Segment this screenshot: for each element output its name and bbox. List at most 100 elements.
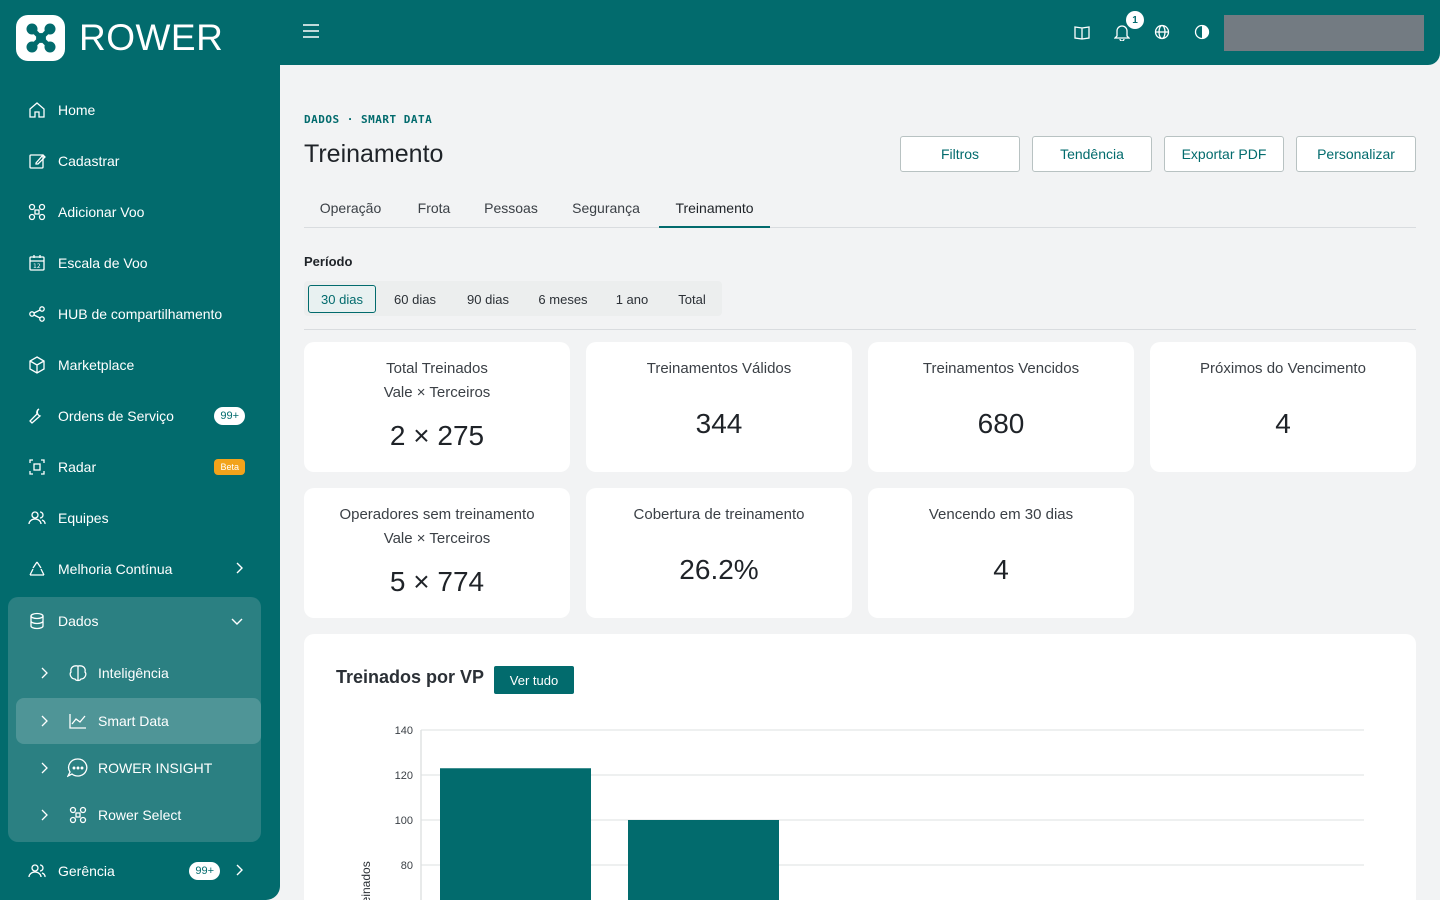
tab-bar: Operação Frota Pessoas Segurança Treinam… (304, 190, 1416, 228)
book-icon[interactable] (1074, 23, 1090, 46)
chat-icon (67, 758, 89, 778)
chevron-right-icon (36, 762, 52, 774)
beta-badge: Beta (214, 458, 245, 475)
kpi-label: Treinamentos Válidos (646, 360, 792, 377)
sidebar-item-ordens-de-servico[interactable]: Ordens de Serviço 99+ (0, 390, 280, 441)
kpi-card-treinamentos-validos: Treinamentos Válidos 344 (586, 342, 852, 472)
tab-frota[interactable]: Frota (404, 190, 464, 228)
tab-pessoas[interactable]: Pessoas (476, 190, 546, 228)
logo[interactable]: ROWER (16, 15, 223, 61)
chevron-right-icon (234, 561, 244, 577)
bar-chart: 80 100 120 140 res Treinados (359, 725, 1364, 900)
drone-icon (27, 202, 47, 222)
sidebar-subitem-label: Inteligência (98, 665, 169, 681)
kpi-label: Operadores sem treinamento (339, 506, 535, 523)
period-90-dias[interactable]: 90 dias (456, 285, 520, 313)
sidebar-item-label: Home (58, 101, 96, 118)
svg-text:12: 12 (33, 263, 41, 270)
tab-operacao[interactable]: Operação (304, 190, 397, 228)
home-icon (27, 100, 47, 120)
tendencia-button[interactable]: Tendência (1032, 136, 1152, 172)
sidebar-item-hub[interactable]: HUB de compartilhamento (0, 288, 280, 339)
sidebar-item-radar[interactable]: Radar Beta (0, 441, 280, 492)
brain-icon (67, 664, 89, 682)
kpi-value: 2 × 275 (389, 420, 485, 451)
sidebar-subitem-rower-select[interactable]: Rower Select (16, 792, 261, 838)
edit-icon (27, 151, 47, 171)
period-30-dias[interactable]: 30 dias (308, 285, 376, 313)
sidebar: ROWER Home Cadastrar Adicionar Voo 12 Es… (0, 0, 280, 900)
divider (304, 329, 1416, 330)
period-1-ano[interactable]: 1 ano (607, 285, 657, 313)
exportar-pdf-button[interactable]: Exportar PDF (1164, 136, 1284, 172)
sidebar-item-home[interactable]: Home (0, 84, 280, 135)
sidebar-item-label: Marketplace (58, 356, 135, 373)
period-total[interactable]: Total (667, 285, 717, 313)
brand-name: ROWER (79, 17, 224, 58)
count-badge: 99+ (189, 861, 220, 880)
team-icon (27, 861, 47, 881)
kpi-value: 4 (1275, 408, 1291, 439)
contrast-icon[interactable] (1194, 23, 1210, 46)
chart-panel: Treinados por VP Ver tudo 80 100 120 140 res… (304, 634, 1416, 900)
sidebar-subitem-label: Smart Data (98, 713, 169, 729)
sidebar-item-label: Melhoria Contínua (58, 560, 173, 577)
sidebar-item-escala-de-voo[interactable]: 12 Escala de Voo (0, 237, 280, 288)
count-badge: 99+ (214, 406, 245, 425)
sidebar-subitem-rower-insight[interactable]: ROWER INSIGHT (16, 745, 261, 791)
y-axis-label: res Treinados (359, 861, 373, 900)
kpi-sublabel: Vale × Terceiros (383, 530, 491, 547)
sidebar-subitem-smart-data[interactable]: Smart Data (16, 698, 261, 744)
sidebar-item-gerencia[interactable]: Gerência 99+ (0, 845, 280, 896)
tab-treinamento[interactable]: Treinamento (659, 190, 770, 228)
sidebar-item-equipes[interactable]: Equipes (0, 492, 280, 543)
filtros-button[interactable]: Filtros (900, 136, 1020, 172)
sidebar-item-melhoria-continua[interactable]: Melhoria Contínua (0, 543, 280, 594)
drone-logo-icon (16, 15, 65, 61)
kpi-value: 344 (695, 408, 743, 439)
menu-icon[interactable] (302, 23, 320, 44)
personalizar-button[interactable]: Personalizar (1296, 136, 1416, 172)
period-60-dias[interactable]: 60 dias (384, 285, 446, 313)
sidebar-item-label: Equipes (58, 509, 109, 526)
sidebar-item-adicionar-voo[interactable]: Adicionar Voo (0, 186, 280, 237)
chart-line-icon (67, 712, 89, 730)
sidebar-subitem-inteligencia[interactable]: Inteligência (16, 650, 261, 696)
user-menu[interactable] (1224, 15, 1424, 51)
kpi-card-proximos-vencimento: Próximos do Vencimento 4 (1150, 342, 1416, 472)
kpi-label: Cobertura de treinamento (633, 506, 805, 523)
sidebar-item-marketplace[interactable]: Marketplace (0, 339, 280, 390)
chevron-down-icon (231, 613, 243, 629)
sidebar-subitem-label: ROWER INSIGHT (98, 760, 213, 776)
sidebar-item-label: Cadastrar (58, 152, 120, 169)
sidebar-item-label: Radar (58, 458, 97, 475)
team-icon (27, 508, 47, 528)
chevron-right-icon (36, 667, 52, 679)
sidebar-item-dados[interactable]: Dados (8, 597, 261, 645)
notification-badge: 1 (1126, 11, 1144, 29)
kpi-value: 4 (993, 554, 1009, 585)
bell-icon[interactable] (1113, 23, 1131, 46)
y-tick-label: 100 (395, 815, 413, 827)
sidebar-item-label: Ordens de Serviço (58, 407, 174, 424)
globe-icon[interactable] (1154, 23, 1170, 46)
sidebar-item-cadastrar[interactable]: Cadastrar (0, 135, 280, 186)
page-title: Treinamento (304, 140, 444, 168)
sidebar-item-label: Adicionar Voo (58, 203, 145, 220)
kpi-label: Treinamentos Vencidos (922, 360, 1080, 377)
calendar-icon: 12 (27, 253, 47, 273)
drone-icon (67, 806, 89, 824)
tab-seguranca[interactable]: Segurança (562, 190, 650, 228)
sidebar-group-dados: Dados Inteligência Smart Data ROWER INSI… (8, 597, 261, 842)
sidebar-item-label: Gerência (58, 862, 115, 879)
kpi-value: 5 × 774 (389, 566, 485, 597)
recycle-icon (27, 559, 47, 579)
kpi-label: Vencendo em 30 dias (928, 506, 1074, 523)
y-tick-label: 120 (395, 770, 413, 782)
kpi-card-cobertura: Cobertura de treinamento 26.2% (586, 488, 852, 618)
period-6-meses[interactable]: 6 meses (530, 285, 596, 313)
y-tick-label: 80 (401, 860, 413, 872)
sidebar-item-label: HUB de compartilhamento (58, 305, 223, 322)
breadcrumb: DADOS · SMART DATA (304, 113, 433, 126)
chevron-right-icon (36, 809, 52, 821)
